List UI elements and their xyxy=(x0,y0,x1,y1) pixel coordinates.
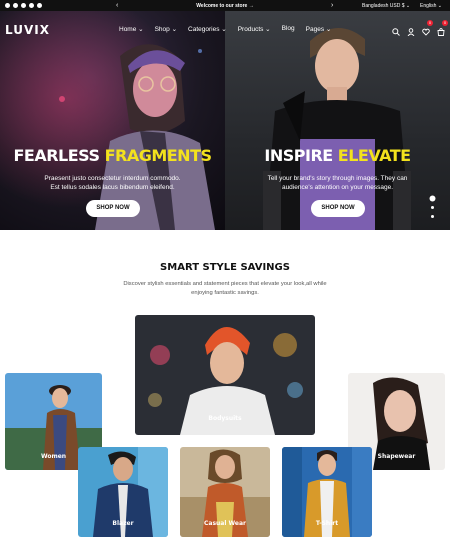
wishlist-count-badge: 0 xyxy=(427,20,433,26)
category-card-bodysuits[interactable]: Bodysuits xyxy=(135,315,315,435)
menu-item-pages[interactable]: Pages ⌄ xyxy=(306,25,332,33)
hero-subtitle: Praesent justo consectetur interdum comm… xyxy=(0,174,225,192)
category-label: Blazer xyxy=(112,520,134,527)
main-menu: Home ⌄ Shop ⌄ Categories ⌄ Products ⌄ Bl… xyxy=(119,25,331,33)
shop-now-button[interactable]: SHOP NOW xyxy=(311,200,365,217)
hero-headline: INSPIRE ELEVATE xyxy=(225,146,450,165)
announcement-bar: ‹ Welcome to our store → › Bangladesh US… xyxy=(0,0,450,11)
language-selector[interactable]: English ⌄ xyxy=(420,3,442,9)
cart-count-badge: 0 xyxy=(442,20,448,26)
currency-selector[interactable]: Bangladesh USD $ ⌄ xyxy=(362,3,410,9)
category-card-casual-wear[interactable]: Casual Wear xyxy=(180,447,270,537)
account-icon[interactable] xyxy=(407,23,415,37)
site-header: LUVIX Home ⌄ Shop ⌄ Categories ⌄ Product… xyxy=(0,11,450,45)
shop-now-button[interactable]: SHOP NOW xyxy=(86,200,140,217)
headline-main: FEARLESS xyxy=(13,146,105,165)
subtitle-line: audience's attention on your message. xyxy=(281,184,394,191)
wishlist-icon[interactable]: 0 xyxy=(422,20,433,36)
hero-subtitle: Tell your brand's story through images. … xyxy=(225,174,450,192)
slider-dot[interactable] xyxy=(431,206,434,209)
slider-dot[interactable] xyxy=(431,197,434,200)
subtitle-line: Tell your brand's story through images. … xyxy=(267,175,408,182)
menu-item-shop[interactable]: Shop ⌄ xyxy=(155,25,177,33)
description-line: Discover stylish essentials and statemen… xyxy=(123,281,327,287)
headline-accent: ELEVATE xyxy=(337,146,411,165)
promo-next-arrow[interactable]: › xyxy=(331,1,333,10)
cart-icon[interactable]: 0 xyxy=(437,20,448,36)
category-card-blazer[interactable]: Blazer xyxy=(78,447,168,537)
category-label: Casual Wear xyxy=(204,520,246,527)
header-icons: 0 0 xyxy=(392,20,448,37)
category-label: Bodysuits xyxy=(208,415,242,422)
menu-item-blog[interactable]: Blog xyxy=(282,25,295,33)
search-icon[interactable] xyxy=(392,23,400,36)
headline-accent: FRAGMENTS xyxy=(104,146,212,165)
section-title: SMART STYLE SAVINGS xyxy=(160,262,290,273)
menu-item-home[interactable]: Home ⌄ xyxy=(119,25,144,33)
headline-main: INSPIRE xyxy=(264,146,338,165)
subtitle-line: Est tellus sodales lacus bibendum eleife… xyxy=(50,184,175,191)
site-logo[interactable]: LUVIX xyxy=(5,23,50,37)
subtitle-line: Praesent justo consectetur interdum comm… xyxy=(44,175,181,182)
menu-item-products[interactable]: Products ⌄ xyxy=(238,25,271,33)
menu-item-categories[interactable]: Categories ⌄ xyxy=(188,25,227,33)
slider-pagination xyxy=(431,197,434,218)
slider-dot[interactable] xyxy=(431,215,434,218)
description-line: enjoying fantastic savings. xyxy=(191,290,259,296)
category-label: T-Shirt xyxy=(315,520,339,527)
category-card-tshirt[interactable]: T-Shirt xyxy=(282,447,372,537)
hero-headline: FEARLESS FRAGMENTS xyxy=(0,146,225,165)
section-description: Discover stylish essentials and statemen… xyxy=(115,280,335,298)
